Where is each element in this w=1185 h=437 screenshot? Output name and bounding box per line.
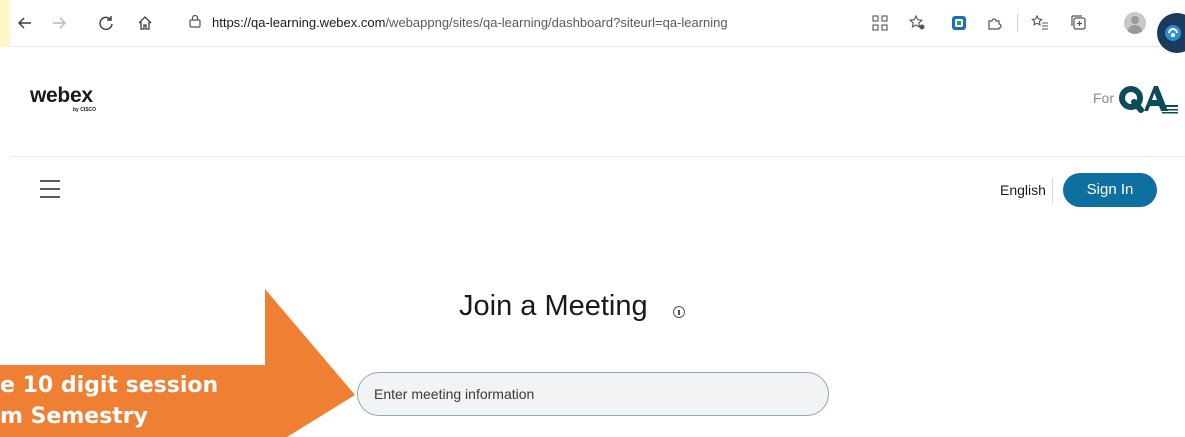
page-title: Join a Meeting <box>459 290 648 322</box>
header-divider <box>10 156 1185 157</box>
logo-tagline: by CISCO <box>73 107 97 113</box>
callout-text: e 10 digit session m Semestry <box>0 370 218 432</box>
url-host: https://qa-learning.webex.com <box>212 15 386 30</box>
callout-line-1: e 10 digit session <box>0 373 219 398</box>
favorites-list-icon[interactable] <box>1028 11 1052 35</box>
nav-separator <box>1052 178 1053 204</box>
extension-assistant-icon[interactable] <box>1157 13 1185 53</box>
collections-icon[interactable] <box>1067 11 1091 35</box>
toolbar-separator <box>1017 14 1018 32</box>
meeting-info-input[interactable] <box>357 372 829 416</box>
for-label: For <box>1093 90 1114 106</box>
browser-toolbar: https://qa-learning.webex.com/webappng/s… <box>0 0 1185 53</box>
reload-icon[interactable] <box>93 10 119 36</box>
menu-hamburger-icon[interactable] <box>40 180 62 200</box>
address-bar[interactable]: https://qa-learning.webex.com/webappng/s… <box>188 10 728 36</box>
url-path: /webappng/sites/qa-learning/dashboard?si… <box>385 15 728 30</box>
callout-line-2: m Semestry <box>0 404 148 429</box>
forward-icon[interactable] <box>46 10 72 36</box>
extension-icon[interactable] <box>947 11 971 35</box>
toolbar-edge <box>0 0 10 47</box>
language-selector[interactable]: English <box>1000 182 1046 198</box>
home-icon[interactable] <box>132 10 158 36</box>
profile-avatar[interactable] <box>1124 12 1146 34</box>
favorite-star-icon[interactable] <box>905 11 929 35</box>
back-icon[interactable] <box>12 10 38 36</box>
page-info-icon[interactable] <box>188 11 204 37</box>
webex-logo[interactable]: webex by CISCO <box>30 84 96 113</box>
app-grid-icon[interactable] <box>868 11 892 35</box>
extensions-puzzle-icon[interactable] <box>982 11 1006 35</box>
info-icon[interactable] <box>673 306 685 318</box>
sign-in-button[interactable]: Sign In <box>1063 173 1157 207</box>
qa-logo-icon <box>1119 86 1178 114</box>
logo-wordmark: webex <box>30 84 93 107</box>
